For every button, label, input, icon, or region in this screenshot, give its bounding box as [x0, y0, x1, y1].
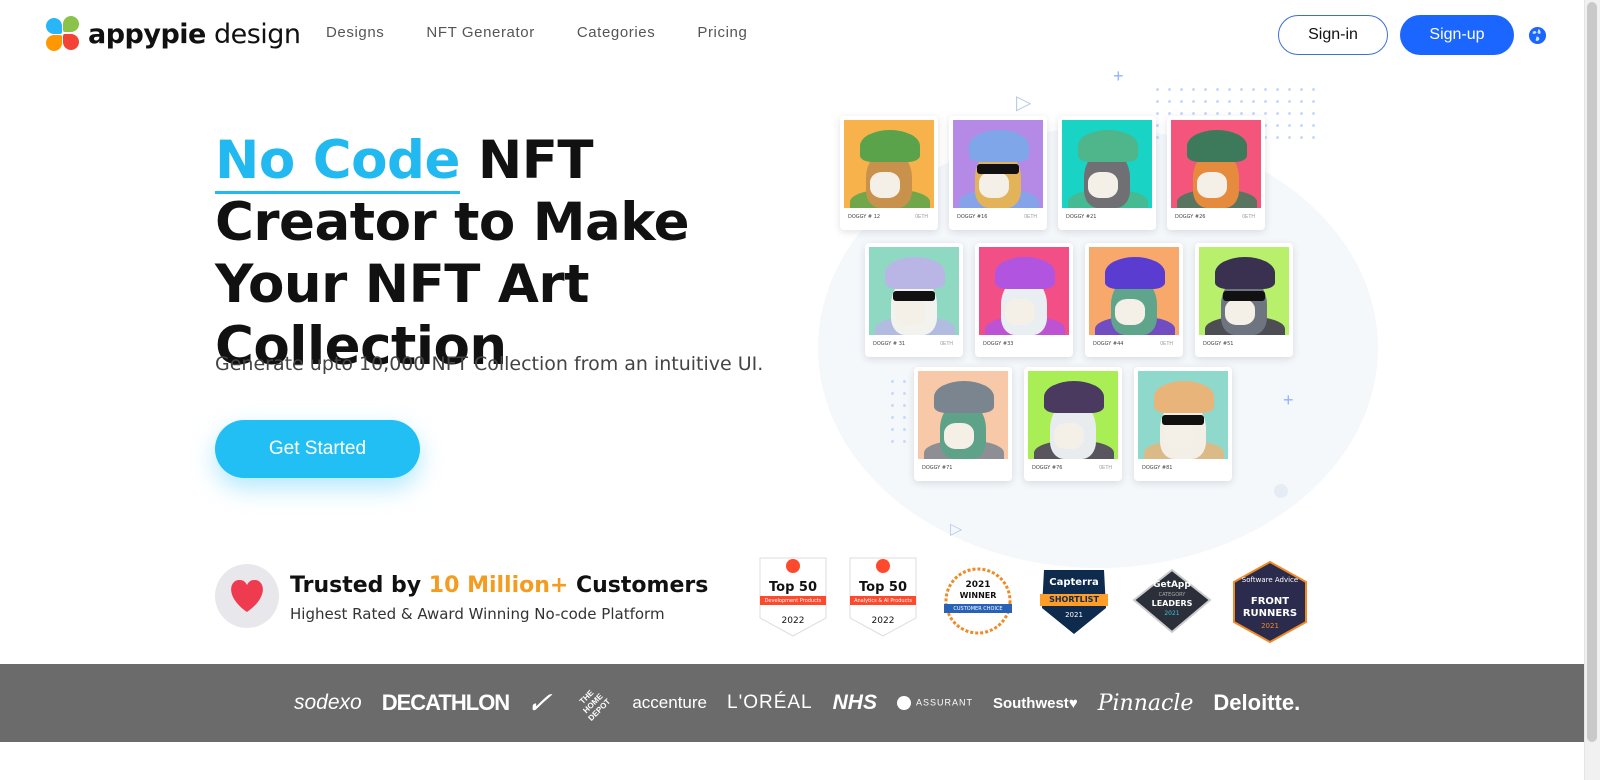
- nft-artwork: [1199, 247, 1289, 335]
- nft-artwork: [1138, 371, 1228, 459]
- nft-artwork: [953, 120, 1043, 208]
- trust-highlight: 10 Million+: [428, 573, 569, 598]
- appypie-logo-icon: [46, 16, 82, 52]
- nft-artwork: [979, 247, 1069, 335]
- nft-card[interactable]: DOGGY #81: [1134, 367, 1232, 481]
- plus-decoration-icon: +: [1283, 390, 1294, 410]
- nft-caption: DOGGY #51: [1203, 341, 1234, 347]
- nft-price: 0ETH: [1242, 214, 1255, 220]
- triangle-decoration-icon: ▷: [950, 521, 963, 538]
- nav-nft-generator[interactable]: NFT Generator: [426, 24, 534, 41]
- decathlon-logo: DECATHLON: [381, 690, 510, 715]
- nike-logo: ✓: [523, 686, 561, 720]
- nft-artwork: [869, 247, 959, 335]
- nft-artwork: [844, 120, 934, 208]
- scrollbar[interactable]: [1584, 0, 1600, 780]
- nft-caption: DOGGY #71: [922, 465, 953, 471]
- hero-title: No Code NFT Creator to Make Your NFT Art…: [215, 130, 775, 378]
- logo-text: appypie design: [88, 18, 301, 50]
- home-depot-logo: THE HOME DEPOT: [578, 687, 613, 723]
- plus-decoration-icon: +: [1113, 66, 1124, 86]
- software-advice-badge: Software Advice FRONT RUNNERS 2021: [1230, 560, 1310, 644]
- nft-artwork: [918, 371, 1008, 459]
- site-header: appypie design Designs NFT Generator Cat…: [0, 0, 1600, 70]
- appypie-logo[interactable]: appypie design: [46, 16, 301, 52]
- assurant-logo: ASSURANT: [896, 696, 973, 710]
- sign-in-button[interactable]: Sign-in: [1278, 15, 1388, 55]
- nft-card[interactable]: DOGGY #21: [1058, 116, 1156, 230]
- assurant-globe-icon: [896, 696, 911, 710]
- loreal-logo: L'ORÉAL: [727, 692, 813, 713]
- nft-caption: DOGGY # 31: [873, 341, 906, 347]
- getapp-badge: GetApp CATEGORY LEADERS 2021: [1132, 568, 1212, 648]
- nhs-logo: NHS: [832, 691, 877, 714]
- pinnacle-logo: Pinnacle: [1097, 690, 1194, 716]
- nav-categories[interactable]: Categories: [577, 24, 656, 41]
- nft-card[interactable]: DOGGY # 12 0ETH: [840, 116, 938, 230]
- customer-choice-badge: 2021 WINNER CUSTOMER CHOICE: [938, 566, 1018, 646]
- hero-subtitle: Generate upto 10,000 NFT Collection from…: [215, 353, 764, 375]
- nft-caption: DOGGY #26: [1175, 214, 1206, 220]
- trust-title: Trusted by 10 Million+ Customers: [290, 573, 709, 598]
- sodexo-logo: sodexo: [294, 691, 362, 714]
- nft-card[interactable]: DOGGY #71: [914, 367, 1012, 481]
- nft-caption: DOGGY #16: [957, 214, 988, 220]
- nft-card[interactable]: DOGGY #26 0ETH: [1167, 116, 1265, 230]
- nft-card[interactable]: DOGGY # 31 0ETH: [865, 243, 963, 357]
- nft-card[interactable]: DOGGY #51: [1195, 243, 1293, 357]
- globe-icon[interactable]: [1528, 26, 1547, 45]
- nft-artwork: [1028, 371, 1118, 459]
- nav-pricing[interactable]: Pricing: [697, 24, 747, 41]
- nft-caption: DOGGY #21: [1066, 214, 1097, 220]
- nft-price: 0ETH: [1024, 214, 1037, 220]
- heart-badge: [215, 564, 279, 628]
- nft-caption: DOGGY #76: [1032, 465, 1063, 471]
- nft-caption: DOGGY # 12: [848, 214, 881, 220]
- triangle-decoration-icon: ▷: [1016, 92, 1032, 114]
- nft-price: 0ETH: [915, 214, 928, 220]
- hero-title-accent: No Code: [215, 130, 460, 194]
- nft-price: 0ETH: [940, 341, 953, 347]
- circle-decoration: [1274, 484, 1288, 498]
- accenture-logo: accenture: [632, 693, 707, 712]
- main-nav: Designs NFT Generator Categories Pricing: [326, 24, 747, 41]
- southwest-logo: Southwest♥: [992, 694, 1078, 712]
- g2-badge-analytics: Top 50 Analytics & AI Products 2022: [848, 556, 918, 637]
- nft-card[interactable]: DOGGY #44 0ETH: [1085, 243, 1183, 357]
- dot-grid-decoration: [891, 380, 906, 443]
- nft-caption: DOGGY #33: [983, 341, 1014, 347]
- nft-caption: DOGGY #44: [1093, 341, 1124, 347]
- nft-artwork: [1089, 247, 1179, 335]
- g2-badge-development: Top 50 Development Products 2022: [758, 556, 828, 637]
- nav-designs[interactable]: Designs: [326, 24, 384, 41]
- nft-price: 0ETH: [1160, 341, 1173, 347]
- scrollbar-thumb[interactable]: [1587, 2, 1597, 742]
- heart-icon: [231, 579, 263, 612]
- nft-artwork: [1062, 120, 1152, 208]
- capterra-badge: Capterra SHORTLIST 2021: [1036, 568, 1112, 648]
- client-logos: sodexo DECATHLON ✓ THE HOME DEPOT accent…: [294, 664, 1300, 742]
- nft-price: 0ETH: [1099, 465, 1112, 471]
- deloitte-logo: Deloitte.: [1213, 690, 1301, 715]
- get-started-button[interactable]: Get Started: [215, 420, 420, 478]
- nft-card[interactable]: DOGGY #16 0ETH: [949, 116, 1047, 230]
- nft-card[interactable]: DOGGY #76 0ETH: [1024, 367, 1122, 481]
- nft-artwork: [1171, 120, 1261, 208]
- nft-caption: DOGGY #81: [1142, 465, 1173, 471]
- nft-card[interactable]: DOGGY #33: [975, 243, 1073, 357]
- trust-subtitle: Highest Rated & Award Winning No-code Pl…: [290, 605, 665, 623]
- sign-up-button[interactable]: Sign-up: [1400, 15, 1514, 55]
